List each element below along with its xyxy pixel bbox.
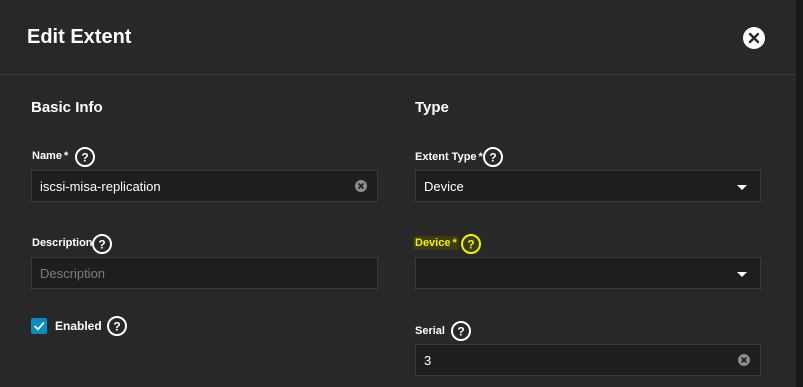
svg-text:?: ?: [457, 325, 464, 339]
enabled-label[interactable]: Enabled: [55, 319, 102, 333]
description-input[interactable]: [40, 265, 377, 281]
help-circle-icon[interactable]: ?: [482, 146, 504, 168]
help-circle-icon[interactable]: ?: [91, 233, 113, 255]
close-button[interactable]: [743, 27, 765, 49]
enabled-checkbox[interactable]: [31, 318, 47, 334]
extent-type-label: Extent Type *: [415, 151, 483, 163]
required-marker: *: [63, 150, 69, 162]
description-label: Description: [32, 237, 93, 249]
edit-extent-dialog: Edit Extent Basic Info Name * ? iscsi-mis…: [0, 0, 796, 387]
name-input[interactable]: iscsi-misa-replication: [31, 170, 378, 202]
help-circle-icon[interactable]: ?: [74, 146, 96, 168]
help-circle-icon[interactable]: ?: [106, 315, 128, 337]
extent-type-select[interactable]: Device: [415, 170, 761, 202]
device-label-highlight: Device *: [413, 236, 459, 250]
page-scroll-gutter: [796, 0, 803, 387]
serial-label: Serial: [415, 325, 445, 337]
dialog-title: Edit Extent: [27, 26, 132, 48]
clear-icon[interactable]: [355, 180, 367, 192]
description-field[interactable]: [31, 257, 378, 289]
name-label-text: Name: [32, 150, 62, 162]
check-icon: [34, 322, 45, 331]
close-icon: [748, 32, 760, 44]
chevron-down-icon: [737, 272, 747, 277]
svg-text:?: ?: [113, 320, 120, 334]
description-label-text: Description: [32, 237, 93, 249]
extent-type-value: Device: [424, 178, 464, 194]
basic-info-heading: Basic Info: [31, 99, 103, 116]
svg-text:?: ?: [98, 238, 105, 252]
serial-input[interactable]: 3: [415, 344, 761, 376]
chevron-down-icon: [737, 185, 747, 190]
serial-value: 3: [424, 352, 432, 368]
clear-icon[interactable]: [738, 354, 750, 366]
svg-text:?: ?: [81, 151, 88, 165]
dialog-header: Edit Extent: [0, 0, 796, 75]
type-heading: Type: [415, 99, 449, 116]
device-label-text: Device: [415, 237, 451, 249]
device-label: Device *: [413, 236, 459, 250]
svg-text:?: ?: [467, 238, 474, 252]
serial-label-text: Serial: [415, 325, 445, 337]
name-value: iscsi-misa-replication: [40, 178, 161, 194]
help-circle-icon[interactable]: ?: [450, 320, 472, 342]
help-circle-icon[interactable]: ?: [460, 233, 482, 255]
extent-type-label-text: Extent Type: [415, 151, 477, 163]
svg-text:?: ?: [489, 151, 496, 165]
required-marker: *: [452, 237, 457, 249]
device-select[interactable]: [415, 257, 761, 289]
name-label: Name *: [32, 150, 68, 162]
